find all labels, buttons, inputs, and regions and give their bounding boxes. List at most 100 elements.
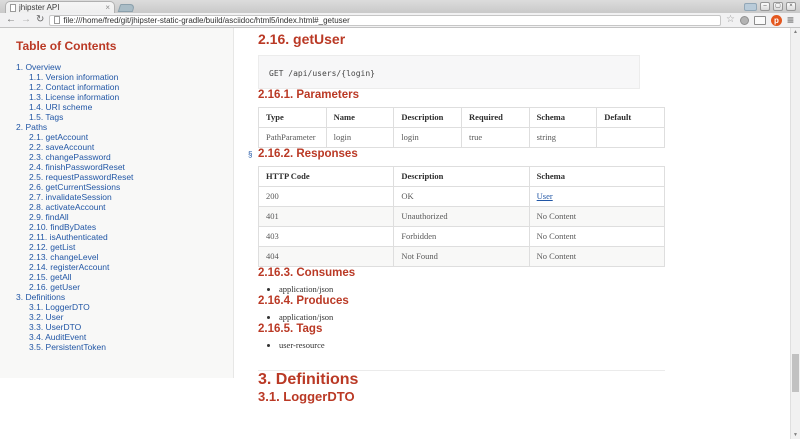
subsection-heading-responses: § 2.16.2. Responses <box>258 148 800 160</box>
list-item: application/json <box>279 284 800 295</box>
toc-item[interactable]: 3. Definitions <box>16 292 219 302</box>
column-header: Default <box>597 108 665 128</box>
responses-table: HTTP Code Description Schema 200 OK User… <box>258 166 665 267</box>
section-heading-loggerdto: 3.1. LoggerDTO <box>258 389 800 404</box>
table-cell: OK <box>394 187 529 207</box>
table-cell: 404 <box>259 247 394 267</box>
column-header: Name <box>326 108 394 128</box>
section-anchor-icon[interactable]: § <box>248 150 252 159</box>
toc-item[interactable]: 3.2. User <box>16 312 219 322</box>
toc-item[interactable]: 2.10. findByDates <box>16 222 219 232</box>
reload-icon[interactable]: ↻ <box>36 15 44 25</box>
table-header-row: HTTP Code Description Schema <box>259 167 665 187</box>
table-cell: No Content <box>529 247 664 267</box>
table-of-contents: Table of Contents 1. Overview 1.1. Versi… <box>0 28 234 378</box>
extension-circle-icon[interactable] <box>740 16 749 25</box>
address-bar[interactable]: file:///home/fred/git/jhipster-static-gr… <box>49 15 721 26</box>
column-header: Description <box>394 108 462 128</box>
table-cell: Forbidden <box>394 227 529 247</box>
toc-item[interactable]: 1.5. Tags <box>16 112 219 122</box>
table-cell: 403 <box>259 227 394 247</box>
close-window-button[interactable]: × <box>786 2 796 11</box>
extension-window-icon[interactable] <box>754 16 766 25</box>
table-row: 401 Unauthorized No Content <box>259 207 665 227</box>
toc-item[interactable]: 2.1. getAccount <box>16 132 219 142</box>
browser-toolbar: ← → ↻ file:///home/fred/git/jhipster-sta… <box>0 13 800 28</box>
toc-item[interactable]: 2.12. getList <box>16 242 219 252</box>
table-cell: No Content <box>529 227 664 247</box>
table-row: 403 Forbidden No Content <box>259 227 665 247</box>
forward-icon[interactable]: → <box>21 15 31 25</box>
tab-title: jhipster API <box>19 3 102 12</box>
tab-favicon-icon <box>10 4 16 12</box>
toc-item[interactable]: 1.1. Version information <box>16 72 219 82</box>
list-item: user-resource <box>279 340 800 351</box>
toc-item[interactable]: 1.4. URI scheme <box>16 102 219 112</box>
toc-item[interactable]: 3.1. LoggerDTO <box>16 302 219 312</box>
section-heading-definitions: 3. Definitions <box>258 371 800 389</box>
browser-titlebar: jhipster API × – ▢ × <box>0 0 800 13</box>
toc-item[interactable]: 1.2. Contact information <box>16 82 219 92</box>
toc-item[interactable]: 2.14. registerAccount <box>16 262 219 272</box>
subsection-heading-consumes: 2.16.3. Consumes <box>258 267 800 279</box>
page-body: Table of Contents 1. Overview 1.1. Versi… <box>0 28 800 439</box>
toc-item[interactable]: 2.7. invalidateSession <box>16 192 219 202</box>
toc-item[interactable]: 1. Overview <box>16 62 219 72</box>
window-controls: – ▢ × <box>744 2 796 11</box>
tab-close-icon[interactable]: × <box>105 4 110 12</box>
consumes-list: application/json <box>258 284 800 295</box>
table-header-row: Type Name Description Required Schema De… <box>259 108 665 128</box>
toc-item[interactable]: 2.11. isAuthenticated <box>16 232 219 242</box>
section-heading-getuser: 2.16. getUser <box>258 31 800 47</box>
toc-item[interactable]: 2. Paths <box>16 122 219 132</box>
url-text[interactable]: file:///home/fred/git/jhipster-static-gr… <box>63 16 349 25</box>
extension-p-icon[interactable]: p <box>771 15 782 26</box>
minimize-button[interactable]: – <box>760 2 770 11</box>
table-cell: PathParameter <box>259 128 327 148</box>
browser-tab[interactable]: jhipster API × <box>5 1 115 13</box>
toc-item[interactable]: 2.4. finishPasswordReset <box>16 162 219 172</box>
list-item: application/json <box>279 312 800 323</box>
subsection-heading-responses-label: 2.16.2. Responses <box>258 148 358 160</box>
toc-item[interactable]: 2.16. getUser <box>16 282 219 292</box>
scroll-up-icon[interactable]: ▲ <box>791 29 800 35</box>
produces-list: application/json <box>258 312 800 323</box>
table-row: 404 Not Found No Content <box>259 247 665 267</box>
tags-list: user-resource <box>258 340 800 351</box>
endpoint-code: GET /api/users/{login} <box>269 69 375 78</box>
column-header: HTTP Code <box>259 167 394 187</box>
back-icon[interactable]: ← <box>6 15 16 25</box>
toc-item[interactable]: 2.9. findAll <box>16 212 219 222</box>
toc-item[interactable]: 3.4. AuditEvent <box>16 332 219 342</box>
table-cell: Unauthorized <box>394 207 529 227</box>
document-content: 2.16. getUser GET /api/users/{login} 2.1… <box>234 28 800 439</box>
page-scrollbar[interactable]: ▲ ▼ <box>790 28 800 439</box>
maximize-button[interactable]: ▢ <box>773 2 783 11</box>
table-cell: true <box>461 128 529 148</box>
table-cell: No Content <box>529 207 664 227</box>
new-tab-button[interactable] <box>118 4 136 12</box>
toc-item[interactable]: 3.5. PersistentToken <box>16 342 219 352</box>
toc-item[interactable]: 2.3. changePassword <box>16 152 219 162</box>
toc-item[interactable]: 3.3. UserDTO <box>16 322 219 332</box>
table-cell: login <box>394 128 462 148</box>
toc-item[interactable]: 2.6. getCurrentSessions <box>16 182 219 192</box>
browser-menu-icon[interactable]: ≡ <box>787 14 794 26</box>
toc-item[interactable]: 2.5. requestPasswordReset <box>16 172 219 182</box>
toc-item[interactable]: 2.8. activateAccount <box>16 202 219 212</box>
toc-item[interactable]: 2.13. changeLevel <box>16 252 219 262</box>
toc-item[interactable]: 2.15. getAll <box>16 272 219 282</box>
scrollbar-thumb[interactable] <box>792 354 799 392</box>
toc-item[interactable]: 1.3. License information <box>16 92 219 102</box>
parameters-table: Type Name Description Required Schema De… <box>258 107 665 148</box>
scroll-down-icon[interactable]: ▼ <box>791 432 800 438</box>
titlebar-badge <box>744 3 757 11</box>
table-cell: 200 <box>259 187 394 207</box>
toc-list: 1. Overview 1.1. Version information 1.2… <box>16 62 219 352</box>
table-cell: User <box>529 187 664 207</box>
table-cell: login <box>326 128 394 148</box>
table-cell: 401 <box>259 207 394 227</box>
user-schema-link[interactable]: User <box>537 191 553 201</box>
toc-item[interactable]: 2.2. saveAccount <box>16 142 219 152</box>
bookmark-star-icon[interactable]: ☆ <box>726 15 735 25</box>
